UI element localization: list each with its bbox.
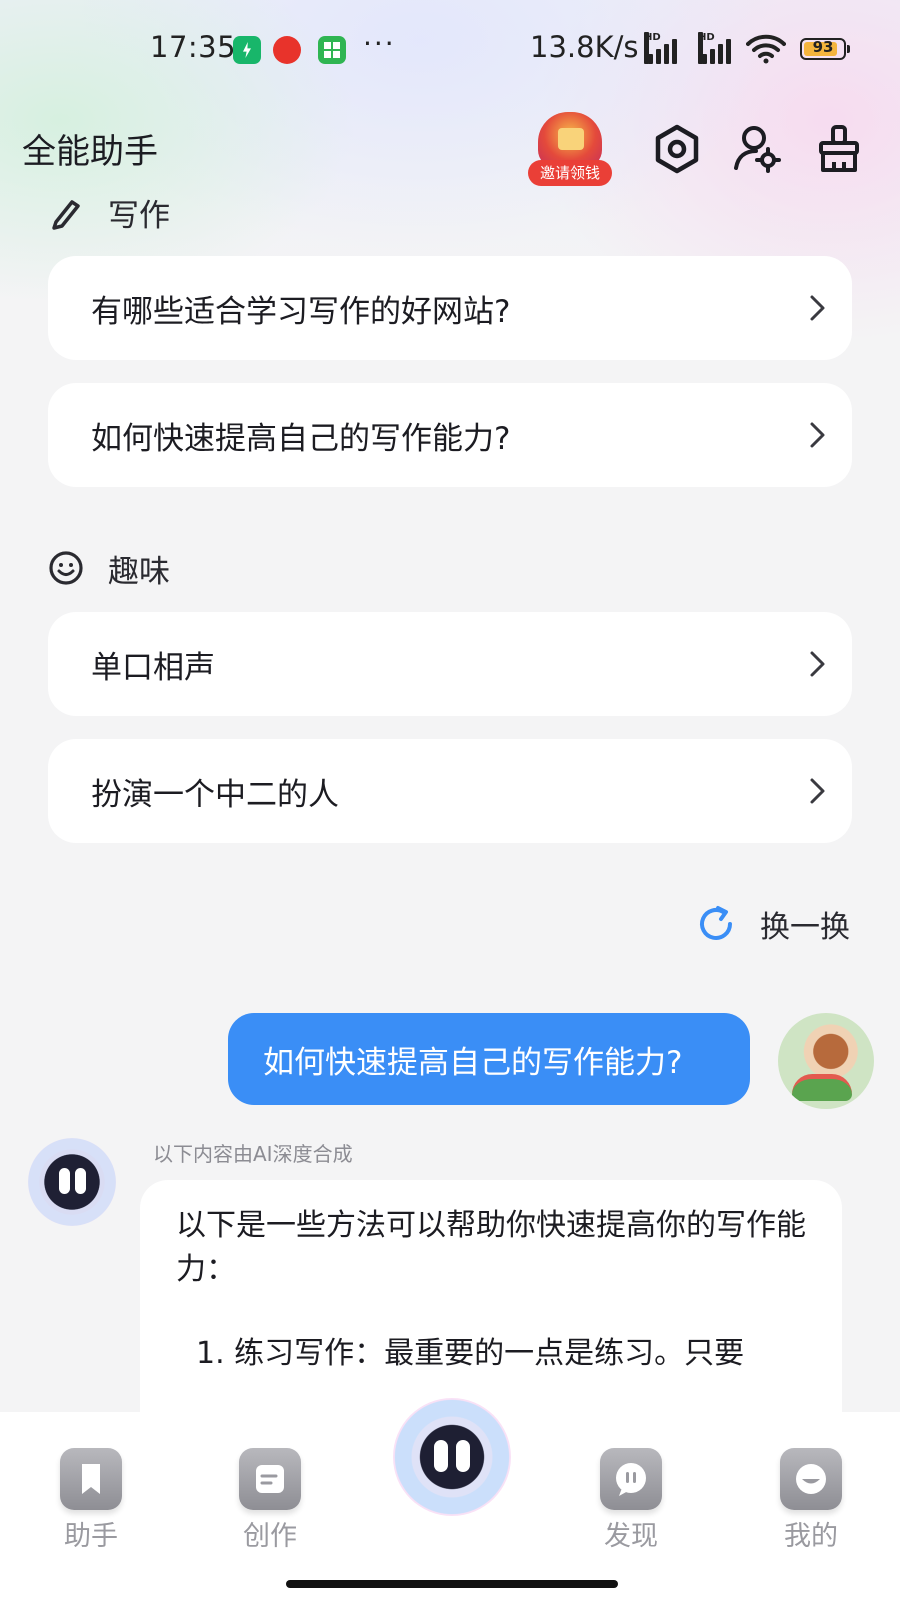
section-label: 写作 [108, 197, 170, 234]
page-title: 全能助手 [22, 132, 158, 172]
app-header: 全能助手 邀请领钱 [0, 110, 900, 190]
suggestion-card[interactable]: 单口相声 [48, 612, 852, 716]
nav-profile[interactable]: 我的 [756, 1448, 866, 1553]
chevron-right-icon [810, 778, 825, 804]
smile-icon [49, 551, 83, 585]
assistant-list-item: 1. 练习写作：最重要的一点是练习。只要 [196, 1336, 745, 1371]
profile-face-icon [780, 1448, 842, 1510]
section-header-writing: 写作 [48, 190, 170, 234]
signal-icon: HD [698, 32, 738, 64]
section-label: 趣味 [108, 553, 170, 590]
suggestion-text: 单口相声 [91, 649, 215, 686]
refresh-icon [700, 906, 732, 940]
chevron-right-icon [810, 651, 825, 677]
user-avatar[interactable] [778, 1013, 874, 1109]
user-settings-icon[interactable] [730, 122, 784, 176]
pencil-icon [52, 200, 80, 230]
assistant-home-button[interactable] [393, 1398, 511, 1516]
nav-label: 发现 [604, 1521, 658, 1552]
suggestion-text: 有哪些适合学习写作的好网站? [91, 293, 511, 330]
security-app-icon [233, 36, 261, 64]
chat-bubble-icon [600, 1448, 662, 1510]
suggestion-card[interactable]: 扮演一个中二的人 [48, 739, 852, 843]
nav-label: 助手 [64, 1521, 118, 1552]
chat-scroll-area[interactable]: 写作 有哪些适合学习写作的好网站? 如何快速提高自己的写作能力? 趣味 单口相声… [0, 190, 900, 1412]
section-header-fun: 趣味 [48, 546, 170, 590]
nav-create[interactable]: 创作 [215, 1448, 325, 1553]
nav-discover[interactable]: 发现 [576, 1448, 686, 1553]
signal-icon: HD [644, 32, 684, 64]
refresh-suggestions-button[interactable]: 换一换 [694, 902, 850, 946]
invite-reward-button[interactable]: 邀请领钱 [528, 110, 612, 190]
suggestion-card[interactable]: 如何快速提高自己的写作能力? [48, 383, 852, 487]
assistant-intro-text: 以下是一些方法可以帮助你快速提高你的写作能力： [176, 1208, 806, 1287]
hexagon-settings-icon[interactable] [650, 122, 704, 176]
battery-level: 93 [812, 38, 834, 56]
chevron-right-icon [810, 295, 825, 321]
nav-label: 我的 [784, 1521, 838, 1552]
more-notifications-icon: ··· [363, 27, 396, 60]
status-time: 17:35 [150, 30, 237, 64]
assistant-avatar [28, 1138, 116, 1226]
wifi-icon [746, 34, 786, 64]
chevron-right-icon [810, 422, 825, 448]
status-bar: 17:35 ··· 13.8K/s HD HD 93 [0, 0, 900, 100]
document-icon [239, 1448, 301, 1510]
nav-label: 创作 [243, 1521, 297, 1552]
bottom-navigation: 助手 创作 发现 我的 [0, 1398, 900, 1600]
suggestion-text: 扮演一个中二的人 [91, 776, 339, 813]
jd-app-icon [273, 36, 301, 64]
assistant-message-bubble[interactable]: 以下是一些方法可以帮助你快速提高你的写作能力： 1. 练习写作：最重要的一点是练… [140, 1180, 842, 1412]
suggestion-text: 如何快速提高自己的写作能力? [91, 420, 511, 457]
user-message-bubble[interactable]: 如何快速提高自己的写作能力? [228, 1013, 750, 1105]
broom-clean-icon[interactable] [812, 122, 866, 176]
invite-label: 邀请领钱 [528, 160, 612, 186]
battery-icon: 93 [800, 38, 850, 60]
ai-generated-note: 以下内容由AI深度合成 [153, 1142, 353, 1166]
suggestion-card[interactable]: 有哪些适合学习写作的好网站? [48, 256, 852, 360]
bookmark-icon [60, 1448, 122, 1510]
network-speed: 13.8K/s [530, 30, 639, 64]
grid-app-icon [318, 36, 346, 64]
home-indicator[interactable] [286, 1580, 618, 1588]
refresh-label: 换一换 [760, 910, 850, 945]
nav-assistant[interactable]: 助手 [36, 1448, 146, 1553]
